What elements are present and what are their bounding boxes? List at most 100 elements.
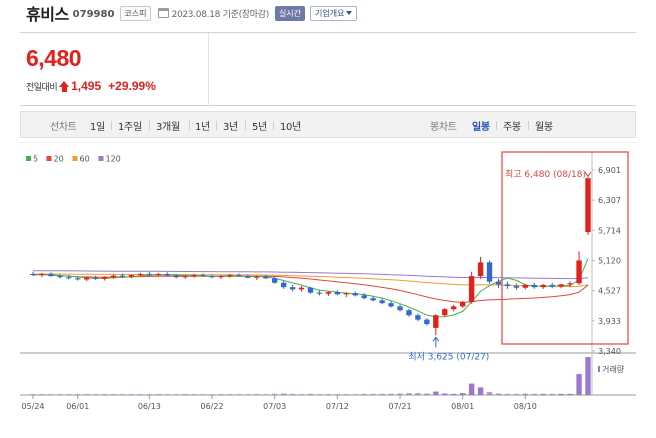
volume-bar[interactable] — [307, 393, 314, 395]
volume-bar[interactable] — [531, 393, 537, 395]
candle-body[interactable] — [540, 284, 546, 288]
volume-bar[interactable] — [334, 394, 341, 395]
tab-weekly[interactable]: 주봉 — [503, 118, 521, 133]
volume-bar[interactable] — [227, 394, 233, 395]
candle-body[interactable] — [227, 275, 233, 277]
candle-body[interactable] — [200, 275, 206, 277]
volume-bar[interactable] — [173, 394, 179, 395]
realtime-button[interactable]: 실시간 — [274, 5, 306, 21]
candle-body[interactable] — [352, 293, 358, 296]
candle-body[interactable] — [316, 292, 323, 294]
volume-bar[interactable] — [406, 393, 412, 395]
candle-body[interactable] — [298, 287, 305, 290]
volume-bar[interactable] — [459, 393, 466, 395]
candlestick-chart[interactable]: 6,901 6,307 5,714 5,120 4,527 3,933 3,340 5 20 60… — [0, 141, 656, 438]
volume-bar[interactable] — [191, 394, 197, 395]
volume-bar[interactable] — [110, 394, 117, 395]
candle-body[interactable] — [513, 286, 520, 288]
volume-bar[interactable] — [370, 393, 376, 395]
candle-body[interactable] — [486, 262, 493, 282]
candle-body[interactable] — [191, 275, 197, 277]
candle-body[interactable] — [119, 275, 126, 277]
candle-body[interactable] — [289, 287, 296, 290]
volume-bar[interactable] — [57, 394, 63, 395]
volume-bar[interactable] — [513, 393, 520, 395]
candle-body[interactable] — [549, 284, 555, 287]
candle-body[interactable] — [433, 315, 439, 328]
volume-bar[interactable] — [468, 383, 475, 395]
candle-body[interactable] — [424, 319, 430, 325]
candle-body[interactable] — [137, 273, 144, 276]
candle-body[interactable] — [263, 276, 269, 279]
volume-bar[interactable] — [48, 394, 54, 395]
candle-body[interactable] — [468, 276, 475, 303]
volume-bar[interactable] — [585, 357, 591, 395]
volume-bar[interactable] — [433, 391, 439, 395]
volume-bar[interactable] — [254, 394, 260, 395]
candle-body[interactable] — [218, 276, 224, 278]
candle-body[interactable] — [30, 273, 36, 276]
volume-bar[interactable] — [209, 394, 215, 395]
volume-bar[interactable] — [66, 394, 72, 395]
candle-body[interactable] — [361, 295, 367, 299]
candle-body[interactable] — [495, 281, 502, 285]
candle-body[interactable] — [343, 293, 349, 295]
volume-bar[interactable] — [119, 394, 126, 395]
volume-bar[interactable] — [137, 394, 144, 395]
volume-bar[interactable] — [415, 393, 421, 395]
candle-body[interactable] — [75, 278, 81, 280]
candle-body[interactable] — [388, 303, 394, 307]
volume-bar[interactable] — [451, 393, 457, 395]
tab-10-years[interactable]: 10년 — [280, 118, 301, 133]
candle-body[interactable] — [451, 306, 457, 310]
candle-body[interactable] — [92, 277, 99, 279]
candle-body[interactable] — [272, 278, 278, 283]
volume-bar[interactable] — [272, 393, 278, 395]
volume-bar[interactable] — [128, 394, 135, 395]
candle-body[interactable] — [459, 302, 466, 307]
volume-bar[interactable] — [486, 391, 493, 395]
candle-body[interactable] — [57, 276, 63, 278]
volume-bar[interactable] — [477, 387, 484, 395]
volume-bar[interactable] — [424, 393, 430, 395]
volume-bar[interactable] — [218, 394, 224, 395]
candle-body[interactable] — [334, 292, 341, 295]
volume-bar[interactable] — [361, 393, 367, 395]
candle-body[interactable] — [370, 298, 376, 301]
volume-bar[interactable] — [442, 393, 448, 395]
volume-bar[interactable] — [101, 394, 108, 395]
volume-bar[interactable] — [30, 394, 36, 395]
tab-daily[interactable]: 일봉 — [472, 118, 490, 133]
volume-bar[interactable] — [576, 374, 582, 395]
volume-bar[interactable] — [325, 394, 332, 395]
candle-body[interactable] — [307, 287, 314, 293]
candle-body[interactable] — [48, 273, 54, 277]
candle-body[interactable] — [379, 300, 385, 304]
volume-bar[interactable] — [39, 394, 45, 395]
volume-bar[interactable] — [316, 394, 323, 395]
tab-1-year[interactable]: 1년 — [195, 118, 210, 133]
candle-body[interactable] — [397, 306, 403, 311]
tab-5-years[interactable]: 5년 — [252, 118, 267, 133]
volume-bar[interactable] — [164, 394, 170, 395]
volume-bar[interactable] — [343, 394, 349, 395]
candle-body[interactable] — [66, 277, 72, 279]
volume-bar[interactable] — [352, 394, 358, 395]
candle-body[interactable] — [84, 277, 90, 280]
company-overview-button[interactable]: 기업개요 — [310, 5, 358, 21]
volume-bar[interactable] — [280, 393, 287, 395]
candle-body[interactable] — [442, 309, 448, 316]
candle-body[interactable] — [558, 284, 564, 287]
candle-body[interactable] — [477, 262, 484, 277]
candle-body[interactable] — [522, 284, 529, 288]
candle-body[interactable] — [173, 275, 179, 278]
tab-1-week[interactable]: 1주일 — [118, 118, 142, 133]
volume-bar[interactable] — [75, 394, 81, 395]
volume-bar[interactable] — [567, 393, 573, 395]
volume-bar[interactable] — [298, 394, 305, 395]
volume-bar[interactable] — [289, 393, 296, 395]
volume-bar[interactable] — [263, 394, 269, 395]
tab-3-years[interactable]: 3년 — [223, 118, 238, 133]
candle-body[interactable] — [128, 275, 135, 277]
tab-3-months[interactable]: 3개월 — [156, 118, 180, 133]
